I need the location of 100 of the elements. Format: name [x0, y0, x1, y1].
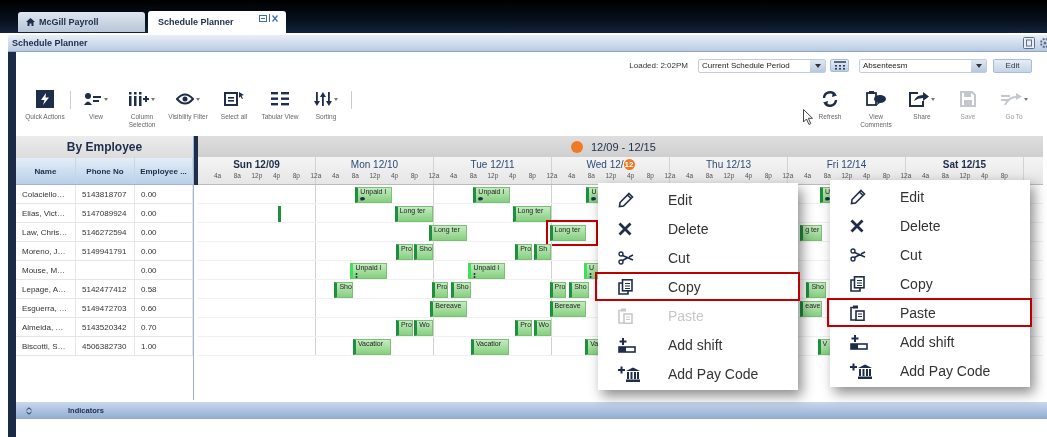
table-cell: 5146272594	[76, 223, 135, 241]
table-cell: 4506382730	[76, 337, 135, 355]
comment-icon	[360, 197, 366, 201]
menu-item[interactable]: Cut	[830, 240, 1030, 269]
table-cell: Law, Chris…	[16, 223, 76, 241]
table-cell: 0.00	[135, 261, 193, 279]
table-cell: Mouse, M…	[16, 261, 76, 279]
column-header[interactable]: Phone No	[76, 158, 135, 184]
mouse-pointer-icon	[803, 109, 813, 125]
table-cell: 0.00	[135, 204, 193, 222]
menu-item[interactable]: Copy	[595, 272, 800, 301]
two-dots-icon	[588, 273, 592, 278]
shift-marker[interactable]	[277, 206, 281, 222]
menu-item[interactable]: Edit	[830, 182, 1030, 211]
two-dots-icon	[473, 273, 477, 278]
window-icon[interactable]	[1023, 37, 1035, 49]
two-dots-icon	[355, 273, 359, 278]
table-cell: 0.70	[135, 318, 193, 336]
menu-item[interactable]: Add shift	[830, 327, 1030, 356]
add-column-icon	[129, 92, 149, 106]
date-range: 12/09 - 12/15	[591, 140, 656, 153]
caret-icon	[104, 97, 108, 101]
pencil-icon	[850, 188, 866, 205]
table-cell: 0.60	[135, 299, 193, 317]
add-shift-icon	[850, 333, 868, 350]
select-all-icon	[224, 92, 244, 106]
menu-item[interactable]: Copy	[830, 269, 1030, 298]
menu-item[interactable]: Add Pay Code	[830, 356, 1030, 385]
edit-button[interactable]: Edit	[993, 58, 1032, 73]
period-select[interactable]: Current Schedule Period	[698, 58, 826, 73]
day-label: Mon 12/10	[350, 159, 399, 170]
comment-icon	[478, 197, 484, 201]
loaded-time: Loaded: 2:02PM	[629, 61, 688, 70]
menu-item[interactable]: Paste	[827, 298, 1032, 327]
column-header[interactable]: Name	[16, 158, 76, 184]
day-label: Sun 12/09	[233, 159, 280, 170]
day-label: Wed 12/	[586, 159, 624, 170]
delete-icon	[850, 218, 864, 233]
table-cell: 1.00	[135, 337, 193, 355]
expand-collapse-icon[interactable]	[26, 406, 32, 415]
eye-icon	[176, 93, 194, 105]
caret-icon	[151, 97, 155, 101]
table-cell: 5142477412	[76, 280, 135, 298]
day-label: Tue 12/11	[470, 159, 515, 170]
day-label: Thu 12/13	[705, 159, 751, 170]
paste-icon	[850, 304, 865, 321]
comment-icon	[824, 197, 830, 201]
sort-icon	[314, 92, 332, 106]
table-cell: Moreno, J…	[16, 242, 76, 260]
restore-icon[interactable]	[259, 14, 267, 22]
menu-item[interactable]: Add shift	[598, 330, 798, 359]
table-cell: Biscotti, S…	[16, 337, 76, 355]
menu-item[interactable]: Delete	[830, 211, 1030, 240]
bank-icon	[850, 362, 872, 379]
group-heading: By Employee	[16, 136, 193, 158]
comment-icon	[591, 197, 597, 201]
view-select[interactable]: Absenteesm	[859, 58, 987, 73]
comments-icon	[866, 91, 886, 107]
home-icon	[26, 18, 35, 26]
dropdown-arrow-icon	[975, 63, 982, 68]
table-cell: Esguerra, …	[16, 299, 76, 317]
menu-item[interactable]: Delete	[598, 214, 798, 243]
table-cell: Lepage, A…	[16, 280, 76, 298]
calendar-button[interactable]	[830, 59, 849, 72]
close-icon[interactable]	[272, 14, 278, 22]
caret-icon	[196, 97, 200, 101]
table-view-icon	[271, 92, 289, 106]
panel-title: Schedule Planner	[12, 38, 88, 48]
table-cell: 5143520342	[76, 318, 135, 336]
tab[interactable]: McGill Payroll	[18, 12, 145, 32]
menu-item[interactable]: Add Pay Code	[598, 359, 798, 388]
delete-icon	[618, 221, 632, 236]
pencil-icon	[618, 191, 634, 208]
menu-item[interactable]: Edit	[598, 185, 798, 214]
table-cell: 5147089924	[76, 204, 135, 222]
caret-icon	[334, 97, 338, 101]
share-icon	[909, 91, 929, 107]
dropdown-arrow-icon	[814, 63, 821, 68]
menu-item[interactable]: Cut	[598, 243, 798, 272]
arrow-icon	[1000, 92, 1022, 106]
save-icon	[960, 91, 976, 107]
caret-icon	[931, 97, 935, 101]
table-cell: 5143818707	[76, 185, 135, 203]
today-dot-icon	[571, 140, 583, 153]
column-header[interactable]: Employee ...	[135, 158, 193, 184]
table-cell: 5149941791	[76, 242, 135, 260]
table-cell: 0.00	[135, 242, 193, 260]
bank-icon	[618, 365, 640, 382]
caret-icon	[1024, 97, 1028, 101]
day-label: Fri 12/14	[826, 159, 867, 170]
table-cell: 0.00	[135, 185, 193, 203]
today-badge: 12	[623, 159, 635, 170]
person-list-icon	[84, 92, 102, 106]
table-cell: Colaciello…	[16, 185, 76, 203]
table-cell: Almeida, …	[16, 318, 76, 336]
scissors-icon	[850, 247, 866, 262]
add-shift-icon	[618, 336, 636, 353]
refresh-icon	[821, 91, 839, 107]
tab[interactable]: Schedule Planner	[148, 11, 286, 33]
table-cell: 0.58	[135, 280, 193, 298]
